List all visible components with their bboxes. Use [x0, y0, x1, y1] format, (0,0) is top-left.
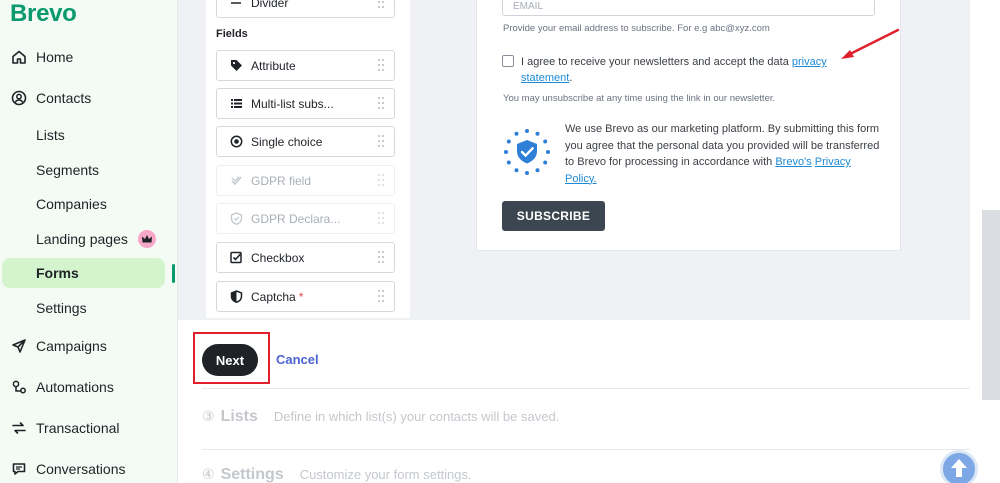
sidebar-item-label: Conversations [36, 461, 126, 477]
palette-item-gdpr-declaration: GDPR Declara... [216, 203, 395, 234]
cancel-button[interactable]: Cancel [276, 352, 319, 367]
sidebar-item-label: Contacts [36, 90, 92, 106]
drag-handle-icon[interactable] [377, 0, 385, 9]
palette-item-captcha[interactable]: Captcha * [216, 281, 395, 312]
palette-item-label: Checkbox [251, 250, 305, 265]
crown-icon [137, 230, 156, 248]
agree-text: I agree to receive your newsletters and … [521, 54, 841, 86]
sidebar-item-label: Automations [36, 379, 114, 395]
brevo-logo[interactable]: Brevo [10, 0, 77, 28]
drag-handle-icon[interactable] [377, 96, 385, 110]
agree-label: I agree to receive your newsletters and … [521, 56, 789, 68]
sidebar-item-label: Landing pages [36, 231, 128, 247]
sidebar-item-label: Forms [36, 265, 79, 281]
privacy-statement-link-2[interactable]: statement [521, 72, 569, 84]
palette-item-label: Attribute [251, 58, 296, 73]
step-number: ④ [202, 466, 215, 482]
sidebar-item-label: Transactional [36, 420, 120, 436]
sidebar-item-label: Home [36, 49, 74, 65]
sidebar-item-campaigns[interactable]: Campaigns [0, 331, 170, 361]
required-mark: * [298, 289, 304, 304]
step-number: ③ [202, 408, 215, 424]
list-icon [229, 97, 243, 111]
palette-item-multi-list[interactable]: Multi-list subs... [216, 88, 395, 119]
palette-item-gdpr-field: GDPR field [216, 165, 395, 196]
sidebar-item-label: Settings [36, 300, 87, 316]
privacy-statement-link[interactable]: privacy [792, 56, 827, 68]
sidebar-item-automations[interactable]: Automations [0, 372, 170, 402]
automations-icon [10, 378, 28, 396]
sidebar-item-segments[interactable]: Segments [0, 155, 170, 185]
palette-item-label: Single choice [251, 134, 323, 149]
subscribe-button[interactable]: SUBSCRIBE [502, 201, 605, 231]
transactional-icon [10, 419, 28, 437]
step-title: Settings [220, 466, 284, 483]
divider [202, 449, 970, 450]
sidebar-item-landing-pages[interactable]: Landing pages [0, 224, 170, 254]
checkbox-icon [229, 251, 243, 265]
email-input[interactable]: EMAIL [502, 0, 875, 16]
shield-check-icon [229, 212, 243, 226]
drag-handle-icon[interactable] [377, 134, 385, 148]
drag-handle-icon [378, 212, 384, 224]
palette-item-label: GDPR Declara... [251, 211, 341, 226]
sidebar-item-lists[interactable]: Lists [0, 120, 170, 150]
brevo-link[interactable]: Brevo's [775, 156, 811, 168]
sidebar: Brevo Home Contacts Lists Segments Compa… [0, 0, 178, 483]
sidebar-item-contacts[interactable]: Contacts [0, 83, 170, 113]
step-description: Customize your form settings. [299, 467, 472, 482]
arrow-up-icon [951, 459, 967, 477]
agree-checkbox[interactable] [502, 55, 514, 67]
palette-item-checkbox[interactable]: Checkbox [216, 242, 395, 273]
palette-item-single-choice[interactable]: Single choice [216, 126, 395, 157]
shield-icon [229, 290, 243, 304]
unsubscribe-hint: You may unsubscribe at any time using th… [503, 93, 776, 104]
page-scrollbar[interactable] [982, 210, 1000, 400]
sidebar-item-home[interactable]: Home [0, 42, 170, 72]
annotation-arrow-icon [841, 28, 900, 59]
agree-end: . [569, 72, 573, 84]
palette-item-label: Multi-list subs... [251, 96, 334, 111]
brevo-privacy-text: We use Brevo as our marketing platform. … [565, 121, 880, 187]
tag-icon [229, 59, 243, 73]
sidebar-item-settings[interactable]: Settings [0, 293, 170, 323]
active-indicator [172, 264, 175, 283]
palette-item-attribute[interactable]: Attribute [216, 50, 395, 81]
home-icon [10, 48, 28, 66]
gdpr-check-icon [229, 174, 243, 188]
drag-handle-icon[interactable] [377, 250, 385, 264]
palette-item-label: GDPR field [251, 173, 312, 188]
next-button[interactable]: Next [202, 344, 258, 376]
fields-heading: Fields [216, 28, 248, 40]
sidebar-item-label: Lists [36, 127, 65, 143]
sidebar-item-conversations[interactable]: Conversations [0, 454, 170, 483]
step-settings[interactable]: ④ Settings Customize your form settings. [202, 466, 472, 483]
sidebar-item-forms[interactable]: Forms [2, 258, 165, 288]
contacts-icon [10, 89, 28, 107]
radio-icon [229, 135, 243, 149]
drag-handle-icon [378, 174, 384, 186]
palette-item-divider[interactable]: Divider [216, 0, 395, 18]
chat-icon [10, 460, 28, 478]
email-hint: Provide your email address to subscribe.… [503, 23, 770, 34]
step-description: Define in which list(s) your contacts wi… [273, 409, 560, 424]
paper-plane-icon [10, 337, 28, 355]
sidebar-item-label: Companies [36, 196, 107, 212]
sidebar-item-label: Segments [36, 162, 100, 178]
drag-handle-icon[interactable] [377, 289, 385, 303]
sidebar-item-label: Campaigns [36, 338, 107, 354]
palette-item-label: Captcha [251, 289, 296, 304]
sidebar-item-companies[interactable]: Companies [0, 189, 170, 219]
divider-icon [229, 0, 243, 10]
sidebar-item-transactional[interactable]: Transactional [0, 413, 170, 443]
divider [202, 388, 970, 389]
drag-handle-icon[interactable] [377, 58, 385, 72]
step-title: Lists [220, 408, 258, 425]
gdpr-badge-icon [504, 129, 550, 175]
scroll-to-top-button[interactable] [940, 450, 978, 483]
step-lists[interactable]: ③ Lists Define in which list(s) your con… [202, 408, 559, 426]
palette-item-label: Divider [251, 0, 289, 10]
